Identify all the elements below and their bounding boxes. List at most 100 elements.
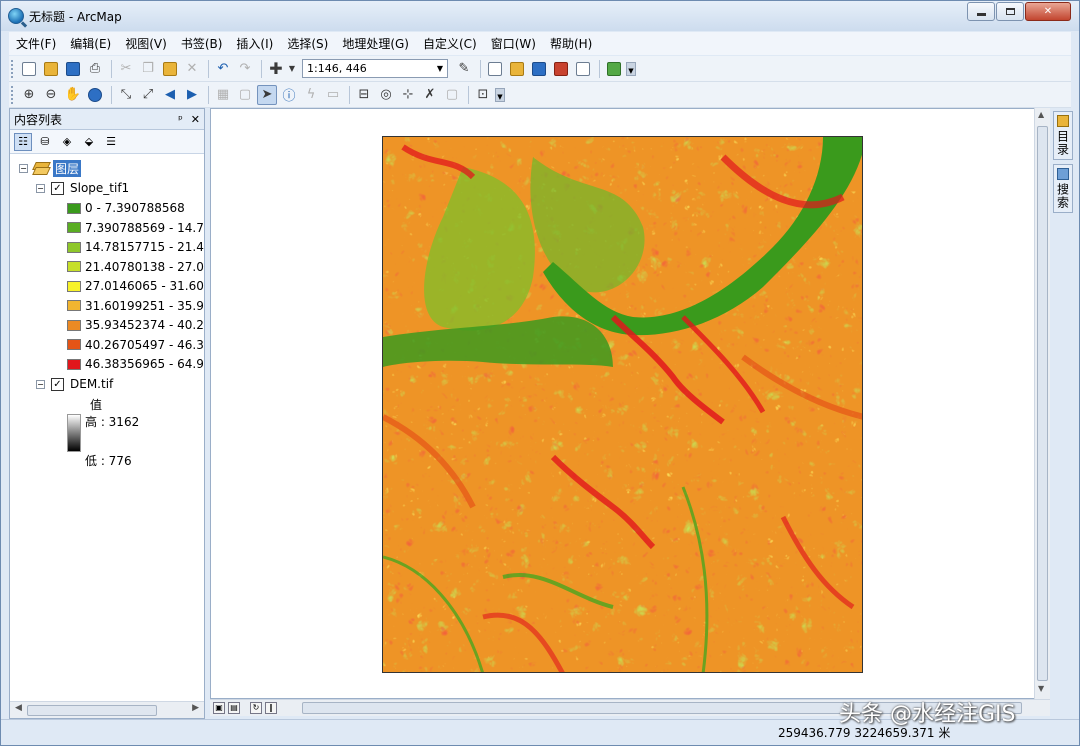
list-by-selection-icon[interactable]: ⬙ [80,133,98,151]
menu-help[interactable]: 帮助(H) [543,35,599,52]
menu-customize[interactable]: 自定义(C) [416,35,484,52]
new-document-icon[interactable] [19,59,39,79]
pause-drawing-icon[interactable]: ‖ [265,702,277,714]
legend-class-row[interactable]: 27.0146065 - 31.601 [67,277,204,295]
collapse-icon[interactable]: − [19,163,28,173]
add-data-icon[interactable]: ✚ [266,59,286,79]
hyperlink-icon[interactable]: ϟ [301,85,321,105]
delete-icon[interactable]: ✕ [182,59,202,79]
legend-class-row[interactable]: 0 - 7.390788568 [67,199,185,217]
options-icon[interactable]: ☰ [102,133,120,151]
find-binoculars-icon[interactable]: ◎ [376,85,396,105]
undo-icon[interactable]: ↶ [213,59,233,79]
menu-file[interactable]: 文件(F) [9,35,63,52]
menu-geoprocessing[interactable]: 地理处理(G) [335,35,416,52]
viewer-window-icon[interactable]: ⊡ [473,85,493,105]
editor-toolbar-icon[interactable]: ✎ [454,59,474,79]
pin-icon[interactable]: ᵖ [178,113,183,126]
catalog-tab[interactable]: 目录 [1053,111,1073,160]
layout-view-icon[interactable]: ▤ [228,702,240,714]
menu-edit[interactable]: 编辑(E) [63,35,118,52]
close-button[interactable]: ✕ [1025,2,1071,21]
redo-icon[interactable]: ↷ [235,59,255,79]
scroll-up-icon[interactable]: ▲ [1038,110,1044,119]
model-builder-icon[interactable] [604,59,624,79]
paste-icon[interactable] [160,59,180,79]
list-by-drawing-order-icon[interactable]: ☷ [14,132,32,151]
slope-raster-map[interactable] [382,136,863,673]
scroll-left-icon[interactable]: ◀ [15,703,22,713]
layer-row-slope[interactable]: − ✓ Slope_tif1 [36,179,129,197]
scroll-thumb[interactable] [27,705,157,716]
fixed-zoom-out-icon[interactable]: ⤢ [138,85,158,105]
menu-bookmarks[interactable]: 书签(B) [174,35,230,52]
layer-row-dem[interactable]: − ✓ DEM.tif [36,375,113,393]
time-slider-icon[interactable]: ▢ [442,85,462,105]
toolbar-overflow-icon[interactable]: ▼ [495,87,505,102]
toolbar-overflow-icon[interactable]: ▼ [626,61,636,76]
collapse-icon[interactable]: − [36,379,45,389]
scroll-down-icon[interactable]: ▼ [1038,684,1044,693]
python-window-icon[interactable] [573,59,593,79]
toc-horizontal-scrollbar[interactable]: ◀ ▶ [10,701,204,718]
cut-icon[interactable]: ✂ [116,59,136,79]
map-display[interactable] [210,108,1049,699]
go-to-xy-icon[interactable]: ✗ [420,85,440,105]
menu-windows[interactable]: 窗口(W) [484,35,543,52]
html-popup-icon[interactable]: ▭ [323,85,343,105]
legend-class-row[interactable]: 21.40780138 - 27.014 [67,258,204,276]
legend-class-row[interactable]: 31.60199251 - 35.934 [67,297,204,315]
pan-hand-icon[interactable]: ✋ [63,85,83,105]
layers-root-label[interactable]: 图层 [53,159,82,177]
minimize-button[interactable] [967,2,995,21]
measure-icon[interactable]: ⊟ [354,85,374,105]
search-tab[interactable]: 搜索 [1053,164,1073,213]
catalog-window-icon[interactable] [507,59,527,79]
toolbar-grip[interactable] [11,85,15,104]
data-view-icon[interactable]: ▣ [213,702,225,714]
list-by-visibility-icon[interactable]: ◈ [58,133,76,151]
full-extent-icon[interactable] [85,85,105,105]
restore-button[interactable] [996,2,1024,21]
layer-visibility-checkbox[interactable]: ✓ [51,377,64,391]
toolbar-grip[interactable] [11,59,15,78]
fixed-zoom-in-icon[interactable]: ⤡ [116,85,136,105]
refresh-icon[interactable]: ↻ [250,702,262,714]
go-forward-icon[interactable]: ▶ [182,85,202,105]
table-of-contents-icon[interactable] [485,59,505,79]
open-folder-icon[interactable] [41,59,61,79]
go-back-icon[interactable]: ◀ [160,85,180,105]
layer-name[interactable]: DEM.tif [70,377,113,391]
legend-class-row[interactable]: 40.26705497 - 46.383 [67,336,204,354]
legend-class-row[interactable]: 7.390788569 - 14.781 [67,219,204,237]
identify-icon[interactable]: ⓘ [279,85,299,105]
add-data-dropdown-icon[interactable]: ▼ [288,59,296,79]
scroll-right-icon[interactable]: ▶ [192,703,199,713]
copy-icon[interactable]: ❐ [138,59,158,79]
select-features-icon[interactable]: ▦ [213,85,233,105]
collapse-icon[interactable]: − [36,183,45,193]
toc-close-icon[interactable]: ✕ [191,113,200,126]
find-route-icon[interactable]: ⊹ [398,85,418,105]
layers-root-row[interactable]: − 图层 [19,159,82,177]
scroll-thumb[interactable] [1037,126,1048,681]
layer-name[interactable]: Slope_tif1 [70,181,129,195]
menu-insert[interactable]: 插入(I) [229,35,280,52]
menu-view[interactable]: 视图(V) [118,35,174,52]
list-by-source-icon[interactable]: ⛁ [36,133,54,151]
menu-selection[interactable]: 选择(S) [280,35,335,52]
layer-visibility-checkbox[interactable]: ✓ [51,181,64,195]
search-window-icon[interactable] [529,59,549,79]
map-scale-select[interactable]: 1:146, 446 ▼ [302,59,448,78]
zoom-in-icon[interactable]: ⊕ [19,85,39,105]
select-elements-arrow-icon[interactable]: ➤ [257,84,277,105]
arctoolbox-icon[interactable] [551,59,571,79]
zoom-out-icon[interactable]: ⊖ [41,85,61,105]
print-icon[interactable]: ⎙ [85,59,105,79]
map-vertical-scrollbar[interactable]: ▲ ▼ [1034,108,1050,699]
legend-class-row[interactable]: 46.38356965 - 64.987 [67,355,204,373]
save-icon[interactable] [63,59,83,79]
clear-selection-icon[interactable]: ▢ [235,85,255,105]
legend-class-row[interactable]: 35.93452374 - 40.267 [67,316,204,334]
legend-class-row[interactable]: 14.78157715 - 21.407 [67,238,204,256]
